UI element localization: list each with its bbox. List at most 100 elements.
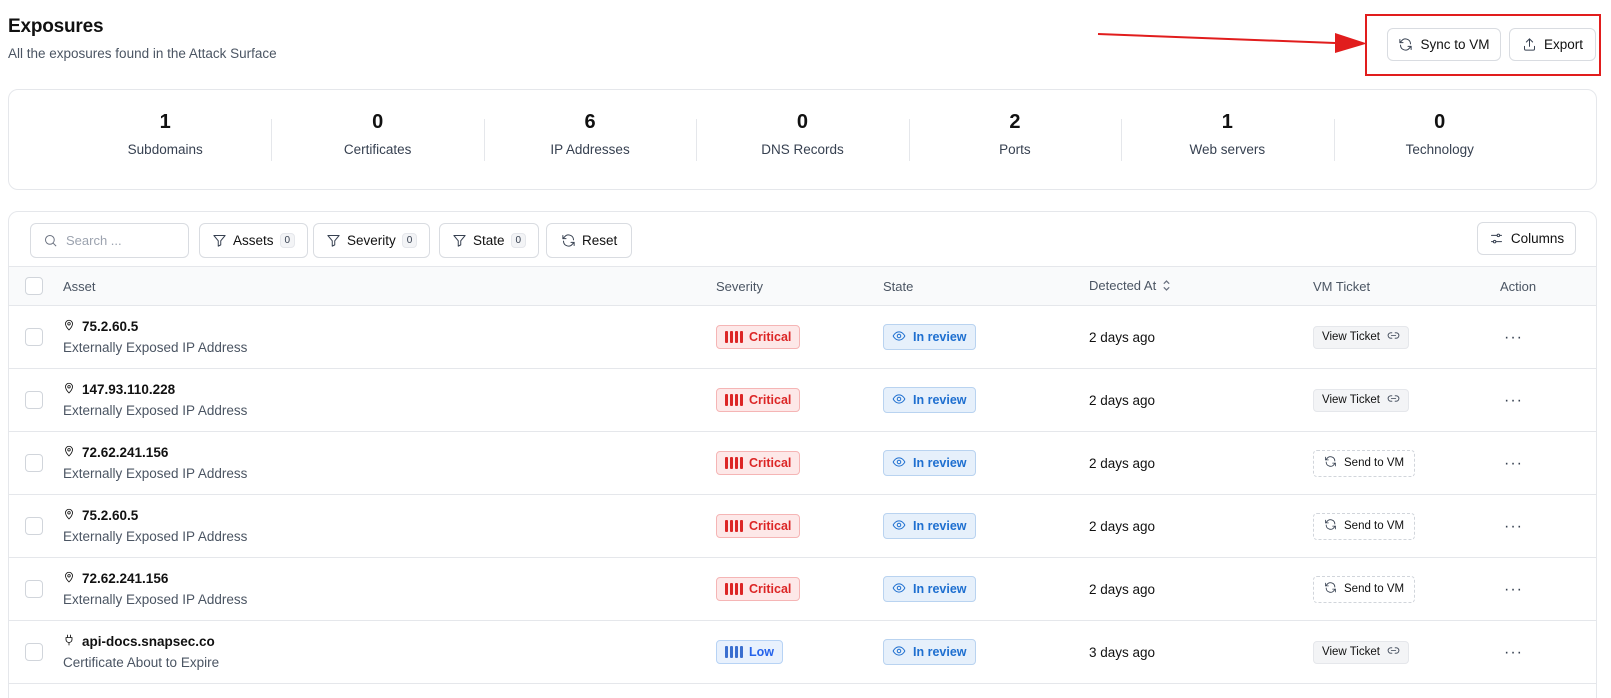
exposures-table-card: Assets 0 Severity 0 State 0 Reset Column… (8, 211, 1597, 698)
asset-cell[interactable]: 147.93.110.228 (63, 382, 716, 397)
send-to-vm-button[interactable]: Send to VM (1313, 449, 1416, 477)
table-row[interactable]: 72.62.241.156 Externally Exposed IP Addr… (9, 432, 1596, 495)
stat-value: 1 (159, 110, 171, 133)
asset-name: 72.62.241.156 (82, 445, 169, 460)
filter-severity-button[interactable]: Severity 0 (313, 223, 431, 258)
search-box[interactable] (30, 223, 189, 258)
severity-badge: Critical (716, 451, 801, 475)
vm-ticket-label: Send to VM (1344, 520, 1405, 532)
eye-icon (892, 329, 906, 346)
severity-badge: Critical (716, 577, 801, 601)
asset-description: Externally Exposed IP Address (63, 403, 248, 418)
vm-ticket-label: View Ticket (1322, 394, 1380, 406)
table-row[interactable]: api-docs.snapsec.co Certificate About to… (9, 621, 1596, 684)
state-label: In review (913, 645, 967, 659)
state-badge[interactable]: In review (883, 639, 976, 665)
asset-cell[interactable]: 72.62.241.156 (63, 571, 716, 586)
severity-label: Low (749, 645, 774, 659)
stat-value: 0 (1434, 110, 1446, 133)
asset-cell[interactable]: 75.2.60.5 (63, 319, 716, 334)
columns-button[interactable]: Columns (1477, 222, 1576, 255)
state-badge[interactable]: In review (883, 324, 976, 350)
stat-value: 0 (796, 110, 809, 133)
view-ticket-button[interactable]: View Ticket (1313, 325, 1409, 349)
sync-to-vm-button[interactable]: Sync to VM (1387, 28, 1501, 61)
state-badge[interactable]: In review (883, 450, 976, 476)
row-checkbox[interactable] (25, 328, 43, 346)
row-actions-menu-icon[interactable]: ··· (1500, 644, 1527, 660)
eye-icon (892, 455, 906, 472)
filter-assets-button[interactable]: Assets 0 (199, 223, 309, 258)
page-subtitle: All the exposures found in the Attack Su… (8, 46, 277, 61)
column-header-state: State (883, 278, 914, 294)
sort-icon[interactable] (1162, 279, 1171, 294)
stat-value: 1 (1221, 110, 1233, 133)
view-ticket-button[interactable]: View Ticket (1313, 640, 1409, 664)
detected-at: 2 days ago (1089, 329, 1156, 345)
table-row[interactable]: 147.93.110.228 Externally Exposed IP Add… (9, 369, 1596, 432)
asset-description: Externally Exposed IP Address (63, 466, 248, 481)
row-checkbox[interactable] (25, 643, 43, 661)
detected-at-label: Detected At (1089, 277, 1157, 293)
column-header-asset: Asset (63, 278, 96, 294)
state-badge[interactable]: In review (883, 513, 976, 539)
vm-ticket-label: Send to VM (1344, 457, 1405, 469)
state-badge[interactable]: In review (883, 387, 976, 413)
filter-label: Assets (233, 233, 274, 248)
select-all-checkbox[interactable] (25, 277, 43, 295)
reset-filters-button[interactable]: Reset (546, 223, 633, 258)
row-actions-menu-icon[interactable]: ··· (1500, 329, 1527, 345)
vm-ticket-label: View Ticket (1322, 646, 1380, 658)
stat-label: Subdomains (127, 141, 203, 157)
columns-settings-icon (1490, 233, 1502, 244)
sync-icon (1324, 518, 1337, 534)
send-to-vm-button[interactable]: Send to VM (1313, 575, 1416, 603)
severity-label: Critical (749, 393, 792, 407)
table-row[interactable]: 75.2.60.5 Externally Exposed IP Address … (9, 495, 1596, 558)
asset-description: Externally Exposed IP Address (63, 592, 248, 607)
location-pin-icon (63, 445, 75, 460)
filter-state-button[interactable]: State 0 (439, 223, 540, 258)
stat-subdomains: 1 Subdomains (59, 112, 271, 160)
filter-icon (327, 235, 340, 247)
asset-cell[interactable]: 75.2.60.5 (63, 508, 716, 523)
annotation-arrow (1097, 33, 1367, 53)
row-actions-menu-icon[interactable]: ··· (1500, 392, 1527, 408)
table-row[interactable]: 75.2.60.5 Externally Exposed IP Address … (9, 306, 1596, 369)
stat-dns-records: 0 DNS Records (696, 112, 908, 161)
export-button[interactable]: Export (1509, 28, 1596, 61)
state-badge[interactable]: In review (883, 576, 976, 602)
asset-description: Certificate About to Expire (63, 655, 220, 670)
column-header-detected-at[interactable]: Detected At (1089, 267, 1313, 306)
detected-at: 2 days ago (1089, 455, 1156, 471)
page-title: Exposures (8, 16, 104, 37)
row-checkbox[interactable] (25, 580, 43, 598)
stat-label: DNS Records (761, 141, 844, 157)
table-row[interactable]: 72.62.241.156 Externally Exposed IP Addr… (9, 558, 1596, 621)
asset-name: api-docs.snapsec.co (82, 634, 215, 649)
severity-bars-icon (725, 520, 743, 532)
asset-description: Externally Exposed IP Address (63, 340, 248, 355)
row-actions-menu-icon[interactable]: ··· (1500, 455, 1527, 471)
severity-bars-icon (725, 583, 743, 595)
view-ticket-button[interactable]: View Ticket (1313, 388, 1409, 412)
row-actions-menu-icon[interactable]: ··· (1500, 518, 1527, 534)
search-input[interactable] (66, 233, 176, 248)
asset-cell[interactable]: api-docs.snapsec.co (63, 634, 716, 649)
stat-label: Technology (1405, 141, 1474, 157)
filter-label: Severity (347, 233, 396, 248)
exposures-table: Asset Severity State Detected At VM Tick… (9, 266, 1596, 684)
link-icon (1387, 329, 1400, 345)
asset-cell[interactable]: 72.62.241.156 (63, 445, 716, 460)
row-actions-menu-icon[interactable]: ··· (1500, 581, 1527, 597)
refresh-icon (562, 234, 575, 247)
row-checkbox[interactable] (25, 454, 43, 472)
row-checkbox[interactable] (25, 517, 43, 535)
row-checkbox[interactable] (25, 391, 43, 409)
columns-label: Columns (1510, 231, 1565, 246)
stat-label: IP Addresses (550, 141, 630, 157)
asset-name: 75.2.60.5 (82, 508, 139, 523)
send-to-vm-button[interactable]: Send to VM (1313, 512, 1416, 540)
eye-icon (892, 581, 906, 598)
sync-icon (1324, 455, 1337, 471)
